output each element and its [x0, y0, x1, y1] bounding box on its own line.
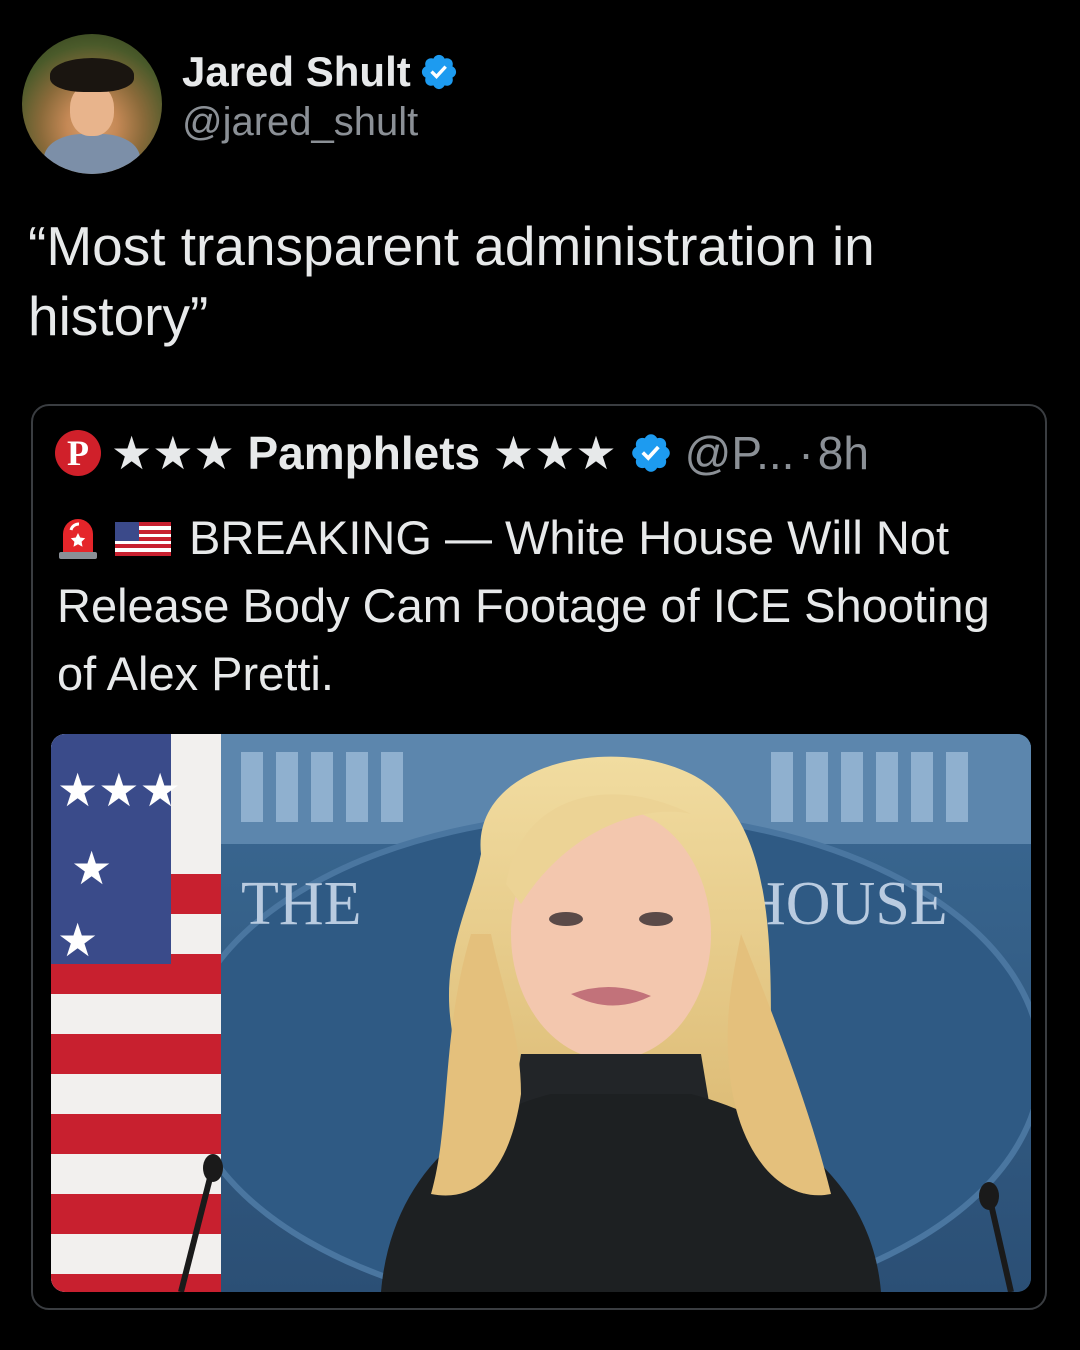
quoted-handle[interactable]: @P...	[685, 426, 795, 480]
pamphlets-logo-icon[interactable]: P	[55, 430, 101, 476]
verified-badge-icon	[419, 52, 459, 92]
backdrop-text-left: THE	[241, 870, 362, 938]
quoted-tweet-header: P ★★★ Pamphlets ★★★ @P... · 8h	[55, 426, 869, 480]
verified-badge-icon	[629, 431, 673, 475]
svg-text:★★★: ★★★	[57, 763, 181, 817]
backdrop-text-right: HOUSE	[741, 870, 948, 938]
author-names: Jared Shult @jared_shult	[182, 47, 459, 147]
tweet-text: “Most transparent administration in hist…	[28, 212, 1058, 352]
quoted-tweet-card[interactable]: P ★★★ Pamphlets ★★★ @P... · 8h	[31, 404, 1047, 1310]
siren-emoji-icon	[57, 510, 99, 554]
separator-dot: ·	[798, 426, 813, 480]
svg-text:★: ★	[57, 913, 98, 967]
quoted-timestamp[interactable]: 8h	[818, 426, 869, 480]
author-display-name[interactable]: Jared Shult	[182, 47, 411, 97]
author-handle[interactable]: @jared_shult	[182, 97, 459, 147]
author-name-row[interactable]: Jared Shult	[182, 47, 459, 97]
quoted-text-headline: BREAKING — White House Will	[189, 511, 863, 564]
us-flag-emoji-icon	[115, 506, 171, 540]
author-avatar[interactable]	[22, 34, 162, 174]
quoted-tweet-image[interactable]: THE HOUSE ★★★ ★ ★	[51, 734, 1031, 1292]
tweet-header: Jared Shult @jared_shult	[22, 34, 459, 174]
svg-text:★: ★	[71, 841, 112, 895]
quoted-tweet-text: BREAKING — White House Will Not Release …	[57, 504, 1017, 708]
quoted-display-name[interactable]: ★★★ Pamphlets ★★★	[111, 426, 617, 480]
